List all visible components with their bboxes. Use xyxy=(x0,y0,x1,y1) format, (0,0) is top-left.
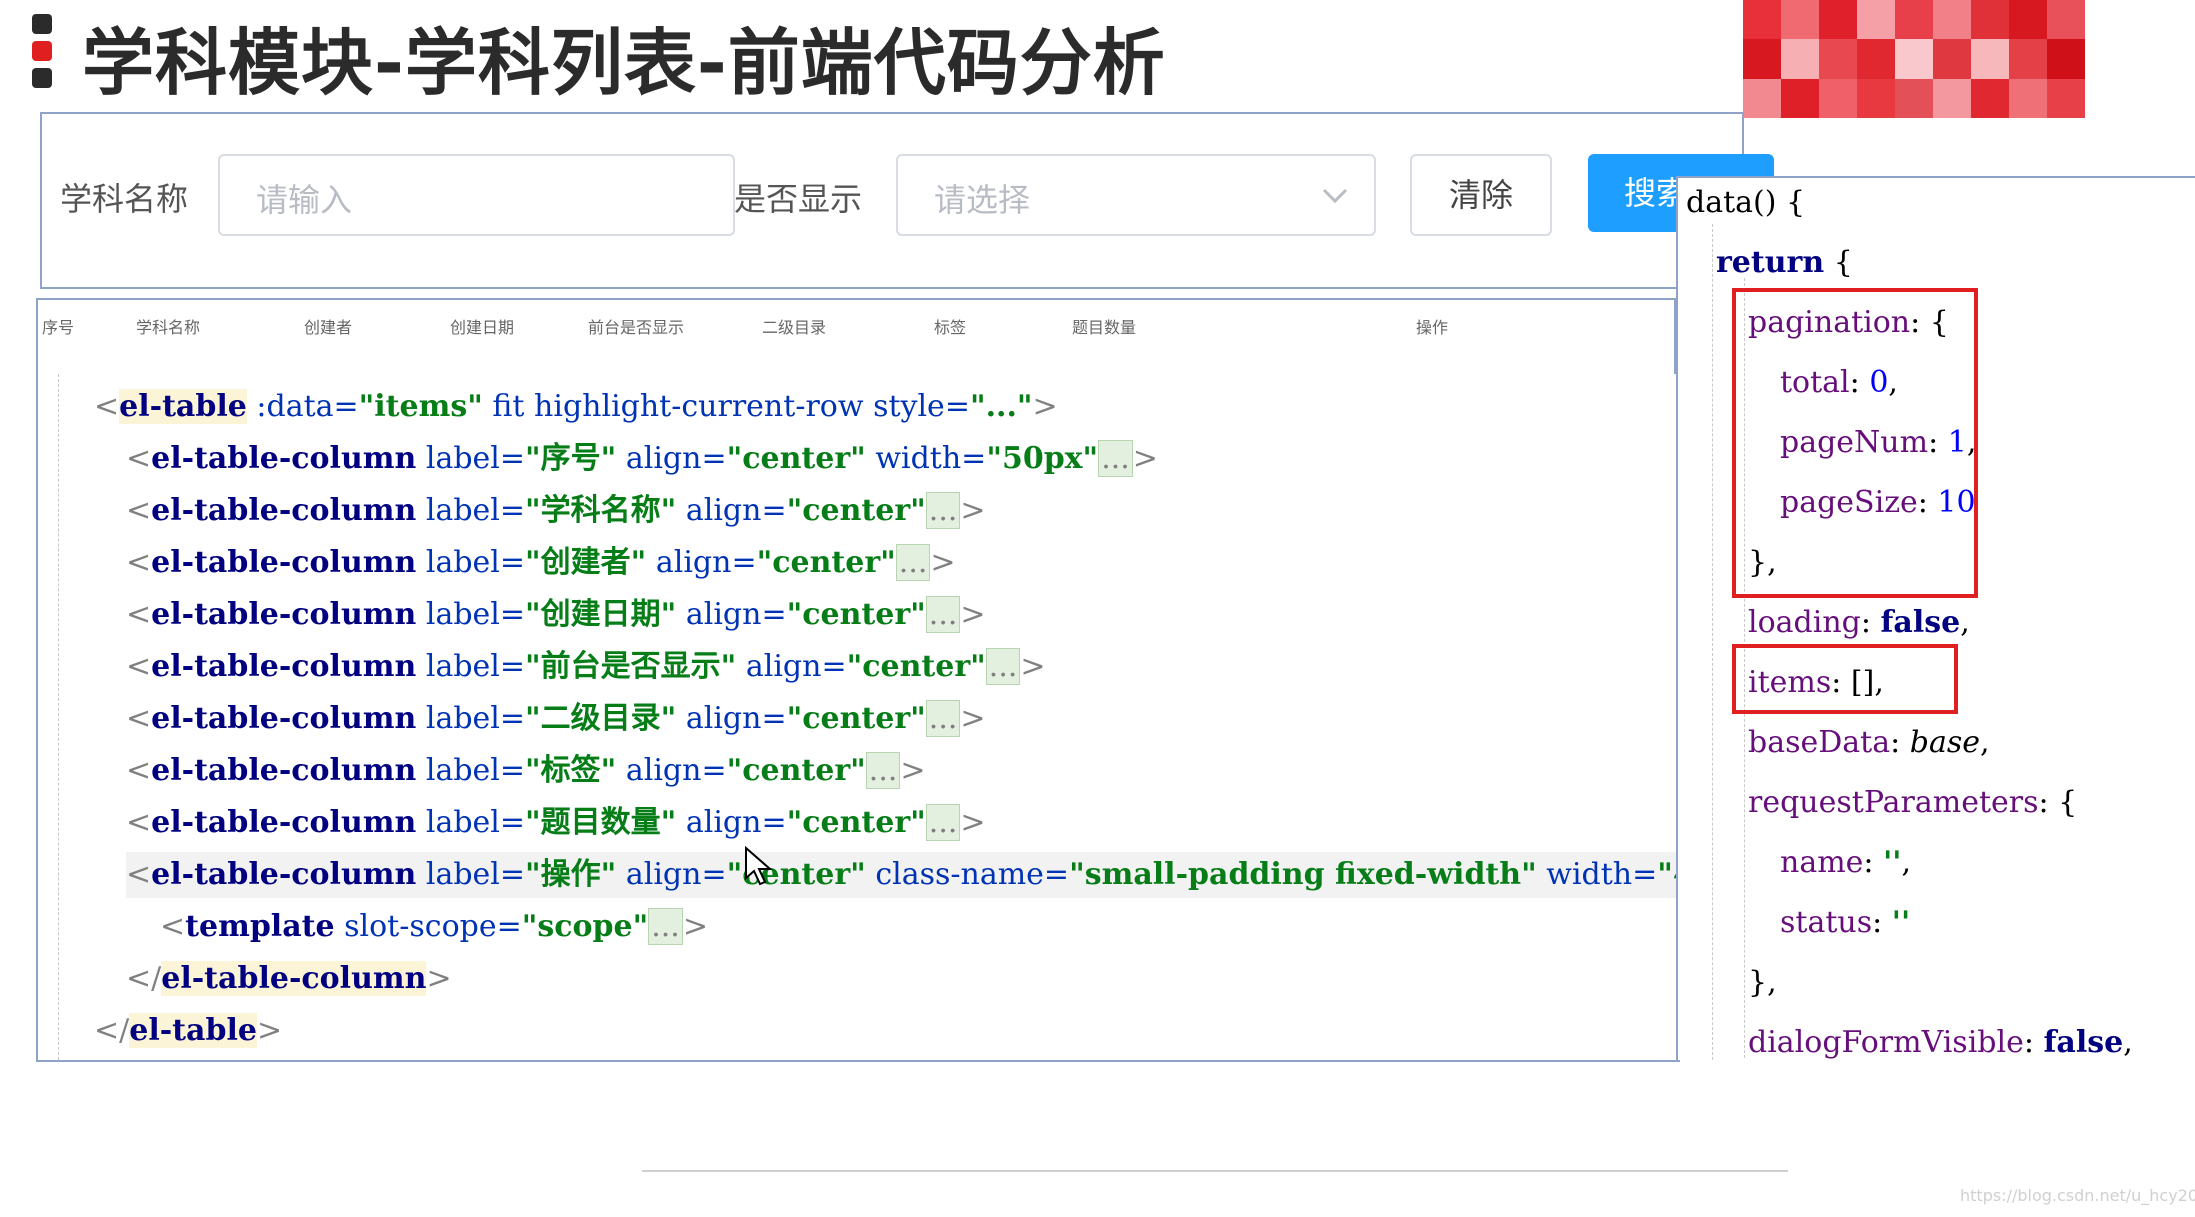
code-line-column: <el-table-column label="学科名称" align="cen… xyxy=(126,492,986,529)
code-line-column: <el-table-column label="创建者" align="cent… xyxy=(126,544,956,581)
code-line-column: <el-table-column label="题目数量" align="cen… xyxy=(126,804,986,841)
return-line: return { xyxy=(1716,245,1853,280)
th-subject-name: 学科名称 xyxy=(136,318,201,337)
slide-title: 学科模块-学科列表-前端代码分析 xyxy=(82,21,1166,105)
code-line-column: <el-table-column label="序号" align="cente… xyxy=(126,440,1158,477)
mouse-cursor-icon xyxy=(745,846,773,886)
code-line-column: <el-table-column label="前台是否显示" align="c… xyxy=(126,648,1046,685)
search-form-panel: 学科名称 请输入 是否显示 请选择 清除 搜索 xyxy=(40,112,1774,289)
divider xyxy=(642,1170,1788,1172)
dialogformvisible-line: dialogFormVisible: false, xyxy=(1748,1025,2133,1060)
code-line-close-column: </el-table-column> xyxy=(126,961,452,996)
requestparameters-close-line: }, xyxy=(1748,965,1777,1000)
th-sub-directory: 二级目录 xyxy=(762,318,827,337)
code-line-template: <template slot-scope="scope"... > xyxy=(160,908,708,945)
th-tags: 标签 xyxy=(934,318,967,337)
code-line-column: <el-table-column label="标签" align="cente… xyxy=(126,752,926,789)
code-line-column: <el-table-column label="二级目录" align="cen… xyxy=(126,700,986,737)
subject-name-input[interactable]: 请输入 xyxy=(218,154,735,236)
code-line-op-column: <el-table-column label="操作" align="cente… xyxy=(126,852,1678,898)
pagination-highlight-box xyxy=(1732,288,1978,598)
title-marker xyxy=(32,14,52,88)
code-line-el-table: <el-table :data="items" fit highlight-cu… xyxy=(94,389,1058,424)
loading-line: loading: false, xyxy=(1748,605,1970,640)
clear-button[interactable]: 清除 xyxy=(1410,154,1552,236)
items-highlight-box xyxy=(1732,644,1958,714)
code-line-column: <el-table-column label="创建日期" align="cen… xyxy=(126,596,986,633)
th-actions: 操作 xyxy=(1416,318,1449,337)
visible-label: 是否显示 xyxy=(734,180,863,218)
visible-placeholder: 请选择 xyxy=(934,181,1031,219)
watermark-text: https://blog.csdn.net/u_hcy200 xyxy=(1960,1186,2195,1205)
th-question-count: 题目数量 xyxy=(1072,318,1137,337)
indent-guide xyxy=(58,374,59,1060)
template-code-panel: <el-table :data="items" fit highlight-cu… xyxy=(36,374,1680,1062)
th-frontend-visible: 前台是否显示 xyxy=(588,318,685,337)
th-create-date: 创建日期 xyxy=(450,318,515,337)
table-header-panel: 序号 学科名称 创建者 创建日期 前台是否显示 二级目录 标签 题目数量 操作 xyxy=(36,298,1676,376)
basedata-line: baseData: base, xyxy=(1748,725,1990,760)
status-line: status: '' xyxy=(1780,905,1911,940)
subject-name-label: 学科名称 xyxy=(60,180,189,218)
visible-select[interactable]: 请选择 xyxy=(896,154,1376,236)
th-creator: 创建者 xyxy=(304,318,353,337)
indent-guide xyxy=(1712,224,1713,1060)
th-index: 序号 xyxy=(42,318,75,337)
data-code-panel: data() { return { pagination: { total: 0… xyxy=(1676,176,2195,1060)
code-line-close-table: </el-table> xyxy=(94,1013,283,1048)
chevron-down-icon xyxy=(1322,188,1348,204)
data-fn-line: data() { xyxy=(1686,185,1806,220)
requestparameters-line: requestParameters: { xyxy=(1748,785,2078,820)
pixelated-avatar xyxy=(1743,0,2085,118)
name-line: name: '', xyxy=(1780,845,1911,880)
subject-name-placeholder: 请输入 xyxy=(256,181,353,219)
